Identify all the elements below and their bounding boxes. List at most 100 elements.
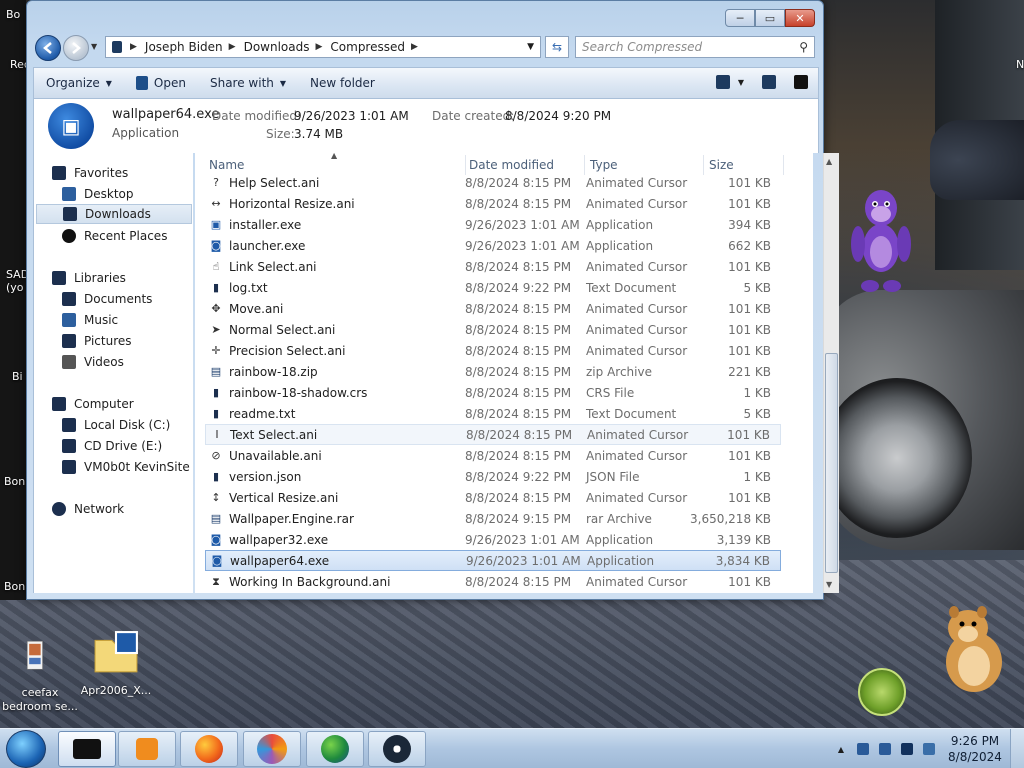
address-bar[interactable]: ▶ Joseph Biden ▶ Downloads ▶ Compressed … (105, 36, 541, 58)
taskbar-steam-button[interactable] (368, 731, 426, 767)
display-icon[interactable] (901, 743, 913, 755)
file-type: Animated Cursor (587, 427, 689, 442)
hamster-character[interactable] (938, 604, 1008, 694)
desktop-icon (62, 187, 76, 201)
file-size: 101 KB (728, 322, 771, 337)
address-dropdown-icon[interactable]: ▼ (527, 42, 534, 52)
show-hidden-icons-icon[interactable]: ▲ (838, 745, 844, 754)
nav-downloads[interactable]: Downloads (36, 204, 192, 224)
help-button[interactable] (794, 75, 808, 89)
nav-network[interactable]: Network (52, 499, 208, 519)
file-row[interactable]: ⊘ Unavailable.ani 8/8/2024 8:15 PM Animated… (205, 445, 781, 466)
maximize-button[interactable]: ▭ (755, 9, 785, 27)
computer-icon (52, 397, 66, 411)
recent-pages-dropdown-icon[interactable]: ▼ (91, 42, 97, 51)
change-view-button[interactable]: ▼ (715, 75, 744, 89)
share-with-button[interactable]: Share with ▼ (198, 68, 298, 98)
start-button[interactable] (6, 730, 46, 768)
back-button[interactable] (35, 35, 61, 61)
desktop-edge-label: SAD (yo (6, 268, 30, 294)
network-status-icon[interactable] (879, 743, 891, 755)
forward-arrow-icon (72, 42, 81, 54)
minimize-button[interactable]: ─ (725, 9, 755, 27)
file-row[interactable]: ◙ launcher.exe 9/26/2023 1:01 AM Applicatio… (205, 235, 781, 256)
file-row[interactable]: ⧗ Working In Background.ani 8/8/2024 8:15 … (205, 571, 781, 592)
file-row[interactable]: ▣ installer.exe 9/26/2023 1:01 AM Applicati… (205, 214, 781, 235)
forward-button[interactable] (63, 35, 89, 61)
nav-computer[interactable]: Computer (52, 394, 208, 414)
file-row[interactable]: ◙ wallpaper64.exe 9/26/2023 1:01 AM Applica… (205, 550, 781, 571)
open-button[interactable]: Open (124, 68, 198, 98)
file-type: Animated Cursor (586, 574, 688, 589)
file-name: version.json (229, 469, 302, 484)
volume-icon[interactable] (923, 743, 935, 755)
pictures-icon (62, 334, 76, 348)
file-name: Working In Background.ani (229, 574, 391, 589)
nvidia-icon[interactable] (858, 668, 906, 716)
breadcrumb-downloads[interactable]: Downloads (244, 40, 310, 54)
file-row[interactable]: ▮ version.json 8/8/2024 9:22 PM JSON File 1 … (205, 466, 781, 487)
organize-button[interactable]: Organize ▼ (34, 68, 124, 98)
file-name-cell: ⧗ Working In Background.ani (209, 575, 390, 589)
file-row[interactable]: I Text Select.ani 8/8/2024 8:15 PM Animated… (205, 424, 781, 445)
file-size: 394 KB (728, 217, 771, 232)
file-row[interactable]: ▮ readme.txt 8/8/2024 8:15 PM Text Document… (205, 403, 781, 424)
file-row[interactable]: ☝ Link Select.ani 8/8/2024 8:15 PM Animated… (205, 256, 781, 277)
file-name-cell: ⊘ Unavailable.ani (209, 449, 321, 463)
file-row[interactable]: ▮ rainbow-18-shadow.crs 8/8/2024 8:15 PM CR… (205, 382, 781, 403)
close-button[interactable]: ✕ (785, 9, 815, 27)
file-type-icon: ▤ (210, 365, 222, 378)
breadcrumb-separator-icon[interactable]: ▶ (130, 42, 137, 52)
file-row[interactable]: ↔ Horizontal Resize.ani 8/8/2024 8:15 PM An… (205, 193, 781, 214)
file-row[interactable]: ↕ Vertical Resize.ani 8/8/2024 8:15 PM Anim… (205, 487, 781, 508)
file-date: 8/8/2024 8:15 PM (465, 364, 572, 379)
breadcrumb-separator-icon[interactable]: ▶ (229, 42, 236, 52)
file-date: 8/8/2024 8:15 PM (466, 427, 573, 442)
file-row[interactable]: ◙ wallpaper32.exe 9/26/2023 1:01 AM Applica… (205, 529, 781, 550)
desktop-icon-ceefax[interactable]: ceefax bedroom se... (0, 630, 80, 714)
breadcrumb-joseph-biden[interactable]: Joseph Biden (145, 40, 223, 54)
column-divider[interactable] (783, 155, 784, 175)
search-input[interactable]: Search Compressed ⚲ (575, 36, 815, 58)
tray-app-icon[interactable] (857, 743, 869, 755)
taskbar-media-player-button[interactable] (118, 731, 176, 767)
breadcrumb-separator-icon[interactable]: ▶ (411, 42, 418, 52)
details-modified-value: 9/26/2023 1:01 AM (294, 109, 409, 123)
scroll-down-icon[interactable]: ▼ (826, 580, 832, 589)
new-folder-button[interactable]: New folder (298, 68, 387, 98)
file-row[interactable]: ✥ Move.ani 8/8/2024 8:15 PM Animated Cursor… (205, 298, 781, 319)
file-row[interactable]: ✛ Precision Select.ani 8/8/2024 8:15 PM Ani… (205, 340, 781, 361)
file-list: Name ▲ Date modified Type Size ? Help Sel… (195, 151, 813, 593)
navigation-pane: Favorites Desktop Downloads Recent Place… (33, 153, 193, 593)
file-type-icon: ✥ (211, 302, 221, 315)
file-date: 8/8/2024 8:15 PM (465, 343, 572, 358)
file-name: Move.ani (229, 301, 284, 316)
nav-favorites[interactable]: Favorites (52, 163, 208, 183)
breadcrumb-compressed[interactable]: Compressed (330, 40, 405, 54)
file-row[interactable]: ▤ rainbow-18.zip 8/8/2024 8:15 PM zip Archi… (205, 361, 781, 382)
scroll-up-icon[interactable]: ▲ (826, 157, 832, 166)
nav-libraries[interactable]: Libraries (52, 268, 208, 288)
search-icon[interactable]: ⚲ (799, 40, 808, 54)
breadcrumb-separator-icon[interactable]: ▶ (315, 42, 322, 52)
refresh-button[interactable]: ⇆ (545, 36, 569, 58)
desktop-icon-apr2006[interactable]: Apr2006_X... (76, 630, 156, 698)
file-row[interactable]: ▤ Wallpaper.Engine.rar 8/8/2024 9:15 PM rar… (205, 508, 781, 529)
vertical-scrollbar[interactable]: ▲ ▼ (823, 153, 839, 593)
file-row[interactable]: ➤ Normal Select.ani 8/8/2024 8:15 PM Animat… (205, 319, 781, 340)
taskbar-explorer-button[interactable] (58, 731, 116, 767)
preview-pane-button[interactable] (762, 75, 776, 89)
file-type: zip Archive (586, 364, 652, 379)
show-desktop-button[interactable] (1010, 729, 1024, 768)
taskbar-browser-button[interactable] (243, 731, 301, 767)
file-row[interactable]: ? Help Select.ani 8/8/2024 8:15 PM Animated… (205, 172, 781, 193)
nav-documents-label: Documents (84, 292, 153, 306)
file-type: Application (586, 217, 654, 232)
taskbar-firefox-button[interactable] (180, 731, 238, 767)
sort-ascending-icon: ▲ (331, 151, 338, 160)
scrollbar-thumb[interactable] (825, 353, 838, 573)
file-row[interactable]: ▮ log.txt 8/8/2024 9:22 PM Text Document 5 K… (205, 277, 781, 298)
bonzibuddy-character[interactable] (846, 186, 916, 298)
clock[interactable]: 9:26 PM 8/8/2024 (940, 733, 1010, 765)
taskbar-download-manager-button[interactable] (306, 731, 364, 767)
